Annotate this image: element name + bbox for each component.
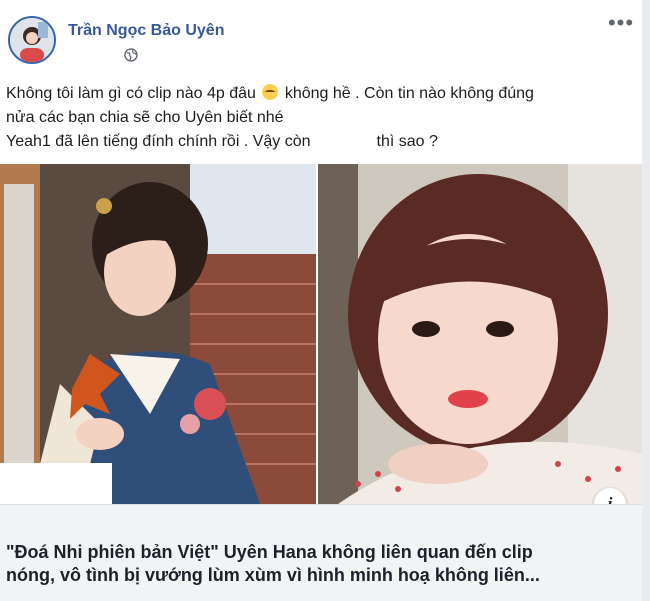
link-preview-title[interactable]: "Đoá Nhi phiên bản Việt" Uyên Hana không… bbox=[6, 541, 638, 587]
redaction-box bbox=[0, 463, 112, 505]
author-name[interactable]: Trần Ngọc Bảo Uyên bbox=[68, 22, 224, 40]
photo-grid[interactable] bbox=[0, 164, 642, 504]
post-text-line-3: Yeah1 đã lên tiếng đính chính rồi . Vậy … bbox=[6, 130, 636, 154]
post-text-segment: không hề . Còn tin nào không đúng bbox=[284, 85, 534, 102]
avatar-photo bbox=[10, 18, 54, 62]
link-preview-card[interactable]: "Đoá Nhi phiên bản Việt" Uyên Hana không… bbox=[0, 504, 642, 601]
page-edge bbox=[642, 0, 650, 601]
globe-icon[interactable] bbox=[124, 48, 138, 62]
post-text-segment: thì sao ? bbox=[376, 133, 438, 150]
post-text: Không tôi làm gì có clip nào 4p đâu khôn… bbox=[6, 82, 636, 154]
photo-hanbok-girl[interactable] bbox=[0, 164, 316, 504]
post-text-segment: Không tôi làm gì có clip nào 4p đâu bbox=[6, 85, 256, 102]
author-avatar[interactable] bbox=[8, 16, 56, 64]
post-text-line-2: nửa các bạn chia sẽ cho Uyên biết nhé bbox=[6, 109, 284, 126]
photo-selfie-girl-image bbox=[318, 164, 642, 504]
facebook-post: Trần Ngọc Bảo Uyên ••• Không tôi làm gì … bbox=[0, 0, 650, 601]
post-text-line-1: Không tôi làm gì có clip nào 4p đâu khôn… bbox=[6, 82, 636, 106]
disappointed-face-icon bbox=[262, 84, 279, 100]
photo-selfie-girl[interactable] bbox=[318, 164, 642, 504]
link-title-line-2: nóng, vô tình bị vướng lùm xùm vì hình m… bbox=[6, 565, 540, 585]
more-options-button[interactable]: ••• bbox=[606, 12, 636, 36]
post-text-segment: Yeah1 đã lên tiếng đính chính rồi . Vậy … bbox=[6, 133, 311, 150]
photo-hanbok-girl-image bbox=[0, 164, 316, 504]
link-title-line-1: "Đoá Nhi phiên bản Việt" Uyên Hana không… bbox=[6, 542, 533, 562]
